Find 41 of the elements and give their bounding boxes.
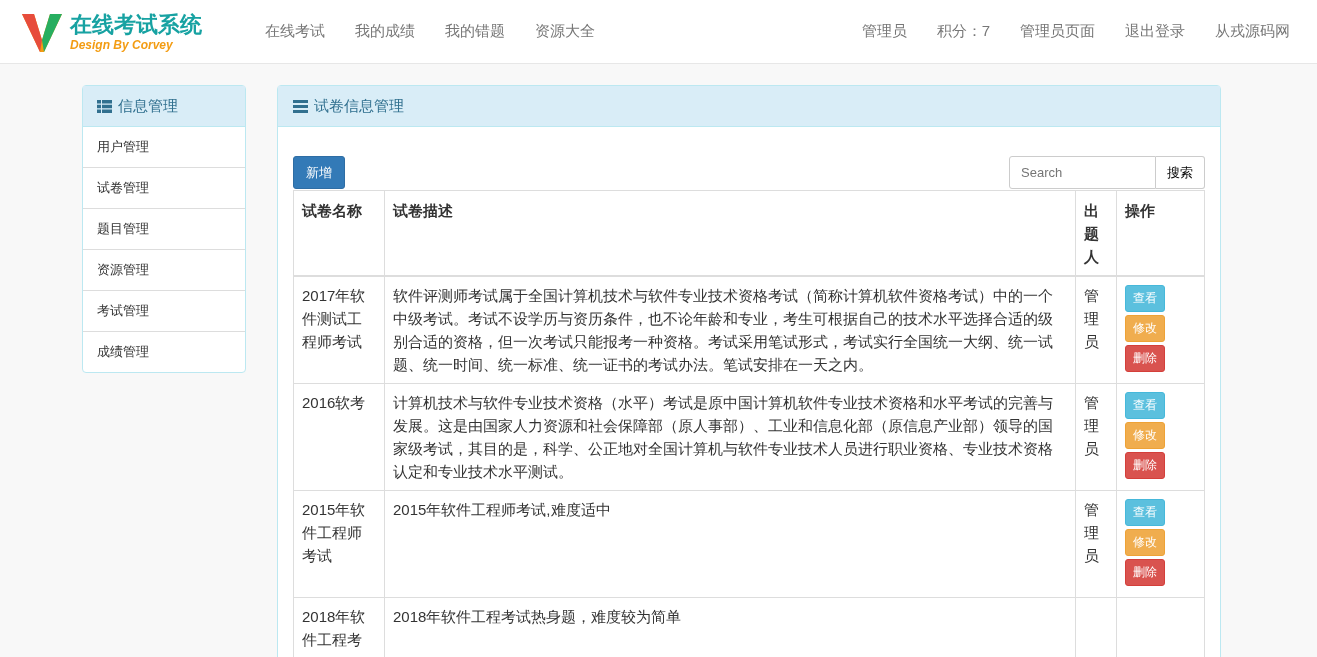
table-cell: 2017年软件测试工程师考试 [293,276,385,384]
list-icon [97,99,112,113]
nav-link[interactable]: 资源大全 [520,22,610,41]
column-header: 试卷描述 [384,190,1076,276]
nav-link[interactable]: 管理员页面 [1005,22,1110,41]
brand-subtitle: Design By Corvey [70,37,174,52]
column-header: 出题人 [1075,190,1117,276]
table-cell: 管理员 [1075,383,1117,491]
search-button[interactable]: 搜索 [1156,156,1205,189]
nav-link[interactable]: 管理员 [846,22,922,41]
table-cell: 2016软考 [293,383,385,491]
sidebar-item[interactable]: 考试管理 [83,291,245,332]
add-button[interactable]: 新增 [293,156,345,189]
table-cell: 管理员 [1075,490,1117,598]
column-header: 试卷名称 [293,190,385,276]
delete-button[interactable]: 删除 [1125,559,1165,586]
nav-link[interactable]: 我的成绩 [340,22,430,41]
table-cell: 2015年软件工程师考试 [293,490,385,598]
search-field[interactable]: Search [1009,156,1156,189]
nav-link[interactable]: 从戎源码网 [1200,22,1305,41]
nav-link[interactable]: 在线考试 [250,22,340,41]
column-header: 操作 [1116,190,1205,276]
sidebar-title: 信息管理 [118,96,178,116]
sidebar-item[interactable]: 资源管理 [83,250,245,291]
table-cell: 2015年软件工程师考试,难度适中 [384,490,1076,598]
table-cell: 管理员 [1075,276,1117,384]
nav-link[interactable]: 退出登录 [1110,22,1200,41]
table-cell: 软件评测师考试属于全国计算机技术与软件专业技术资格考试（简称计算机软件资格考试）中的一个中级考试。考试不设学历与资历条件，也不论年龄和专业，考生可根据自己的技术水平选择合适的级别合适的资格，但一次考试只能报考一种资格。考试采用笔试形式，考试实行全国统一大纲、统一试题、统一时间、统一标准、统一证书的考试办法。笔试安排在一天之内。 [384,276,1076,384]
brand-title: 在线考试系统 [70,11,202,38]
table-cell: 计算机技术与软件专业技术资格（水平）考试是原中国计算机软件专业技术资格和水平考试的完善与发展。这是由国家人力资源和社会保障部（原人事部）、工业和信息化部（原信息产业部）领导的国家级考试，其目的是，科学、公正地对全国计算机与软件专业技术人员进行职业资格、专业技术资格认定和专业技术水平测试。 [384,383,1076,491]
sidebar-item[interactable]: 试卷管理 [83,168,245,209]
table-cell: 2018年软件工程考 [293,597,385,657]
menu-icon [293,99,308,113]
nav-link[interactable]: 积分：7 [921,22,1005,41]
panel-title: 试卷信息管理 [314,96,404,116]
delete-button[interactable]: 删除 [1125,345,1165,372]
nav-link[interactable]: 我的错题 [430,22,520,41]
sidebar-item[interactable]: 成绩管理 [83,332,245,372]
delete-button[interactable]: 删除 [1125,452,1165,479]
sidebar-item[interactable]: 用户管理 [83,127,245,168]
sidebar-item[interactable]: 题目管理 [83,209,245,250]
